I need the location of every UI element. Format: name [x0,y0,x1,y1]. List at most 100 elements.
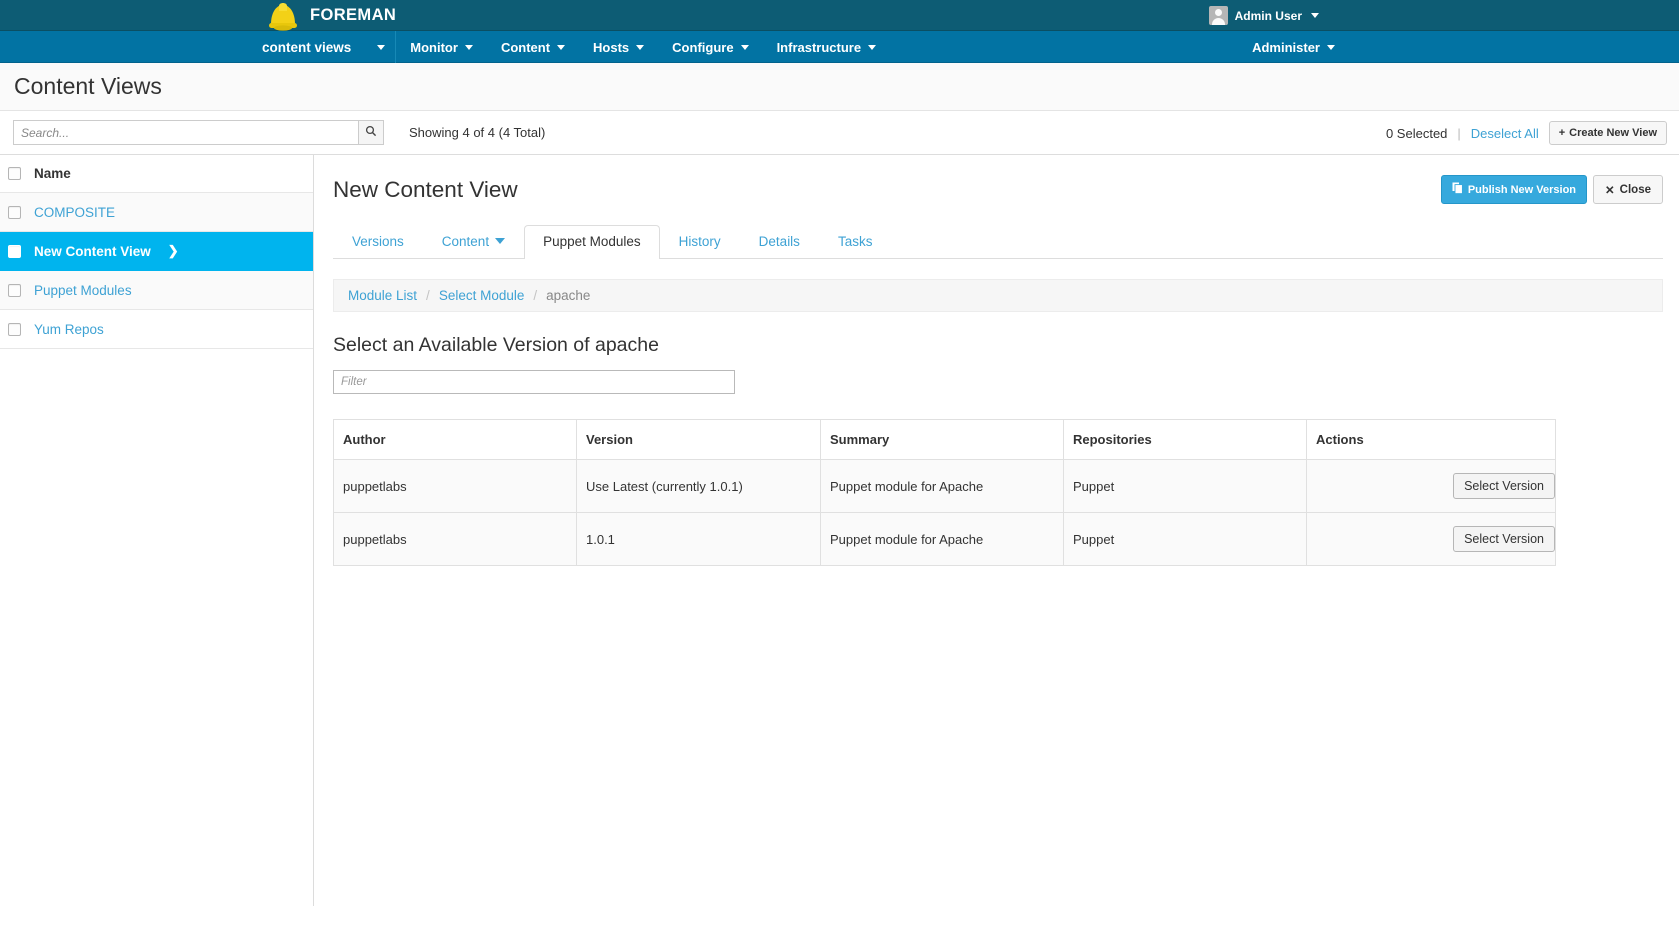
sidebar-item-label: Puppet Modules [34,282,132,298]
breadcrumb-separator: / [533,288,538,303]
tab-label: Tasks [837,233,873,249]
body-split: Name COMPOSITE New Content View ❯ Puppet… [0,155,1679,906]
selected-count: 0 Selected [1385,125,1448,141]
sidebar-item-composite[interactable]: COMPOSITE [0,193,313,232]
nav-item-infrastructure[interactable]: Infrastructure [763,31,891,63]
brand-bar: FOREMAN Admin User [0,0,1679,31]
column-header-repositories: Repositories [1063,419,1307,460]
deselect-all-link[interactable]: Deselect All [1471,126,1539,141]
cell-repositories: Puppet [1063,459,1307,513]
close-detail-button[interactable]: ✕ Close [1593,175,1663,204]
brand-name: FOREMAN [310,5,397,24]
toolbar-right-group: 0 Selected | Deselect All + Create New V… [1386,111,1667,155]
nav-item-hosts[interactable]: Hosts [579,31,658,63]
chevron-right-icon: ❯ [167,243,179,258]
user-name: Admin User [1234,8,1302,23]
cell-repositories: Puppet [1063,512,1307,566]
nav-item-label: Monitor [410,39,458,55]
sidebar-item-label: COMPOSITE [34,204,116,220]
close-label: Close [1619,183,1651,196]
caret-down-icon [464,44,473,50]
nav-item-label: Infrastructure [776,39,862,55]
row-checkbox[interactable] [8,205,21,219]
search-icon [365,125,377,140]
select-version-button[interactable]: Select Version [1453,473,1555,499]
filter-input[interactable] [333,370,735,394]
tab-puppet-modules[interactable]: Puppet Modules [524,224,660,259]
versions-table: Author Version Summary Repositories Acti… [333,419,1556,566]
nav-item-administer[interactable]: Administer [1238,31,1349,63]
nav-item-label: Hosts [593,39,630,55]
brand-logo-group[interactable]: FOREMAN [265,0,396,31]
table-row: puppetlabs 1.0.1 Puppet module for Apach… [333,512,1556,566]
select-version-button[interactable]: Select Version [1453,526,1555,552]
cell-summary: Puppet module for Apache [820,512,1064,566]
sidebar-header-label: Name [34,166,71,181]
sidebar-item-puppet-modules[interactable]: Puppet Modules [0,271,313,310]
main-navigation: content views Monitor Content Hosts Conf… [0,31,1679,63]
select-all-checkbox[interactable] [8,167,21,180]
column-header-actions: Actions [1306,419,1556,460]
sidebar-header-row: Name [0,155,313,193]
table-header-row: Author Version Summary Repositories Acti… [333,419,1556,460]
tab-label: Versions [352,233,404,249]
search-input[interactable] [13,120,358,145]
cell-actions: Select Version [1306,512,1556,566]
row-checkbox[interactable] [8,322,21,336]
caret-down-icon [377,44,386,50]
caret-down-icon [1311,13,1319,18]
breadcrumb-separator: / [426,288,430,303]
create-new-view-button[interactable]: + Create New View [1548,121,1667,145]
detail-actions: Publish New Version ✕ Close [1440,175,1663,204]
detail-title: New Content View [333,177,518,202]
cell-version: 1.0.1 [576,512,821,566]
breadcrumb-item-select-module[interactable]: Select Module [439,288,525,303]
nav-item-content[interactable]: Content [487,31,579,63]
nav-item-label: Administer [1252,39,1320,55]
publish-new-version-button[interactable]: Publish New Version [1440,175,1588,204]
tab-details[interactable]: Details [740,225,819,259]
sidebar-item-new-content-view[interactable]: New Content View ❯ [0,232,313,271]
tab-label: Puppet Modules [543,233,641,249]
publish-label: Publish New Version [1467,183,1577,196]
sidebar-item-label: Yum Repos [34,321,104,337]
caret-down-icon [740,44,749,50]
tab-history[interactable]: History [660,225,740,259]
sidebar-item-yum-repos[interactable]: Yum Repos [0,310,313,349]
breadcrumb-item-current: apache [546,288,591,303]
search-group [13,120,384,145]
page-title: Content Views [14,73,162,99]
tab-tasks[interactable]: Tasks [819,225,892,259]
breadcrumb-item-module-list[interactable]: Module List [348,288,417,303]
tab-label: Details [758,233,800,249]
nav-item-monitor[interactable]: Monitor [396,31,487,63]
tab-content[interactable]: Content [423,225,524,259]
tab-versions[interactable]: Versions [333,225,423,259]
cell-summary: Puppet module for Apache [820,459,1064,513]
caret-down-icon [557,44,566,50]
row-checkbox[interactable] [8,283,21,297]
row-checkbox[interactable] [8,244,21,258]
cell-author: puppetlabs [333,459,577,513]
list-toolbar: Showing 4 of 4 (4 Total) 0 Selected | De… [0,111,1679,155]
user-menu[interactable]: Admin User [1208,0,1319,31]
cell-actions: Select Version [1306,459,1556,513]
tab-label: History [678,233,721,249]
nav-context-label: content views [262,39,352,55]
cell-author: puppetlabs [333,512,577,566]
nav-item-configure[interactable]: Configure [658,31,762,63]
nav-left-group: content views Monitor Content Hosts Conf… [248,31,890,63]
toolbar-separator: | [1457,125,1461,141]
nav-context-content-views[interactable]: content views [248,31,397,63]
breadcrumb: Module List / Select Module / apache [333,279,1663,312]
caret-down-icon [868,44,877,50]
content-view-detail-panel: New Content View Publish New Version ✕ C… [314,155,1679,906]
column-header-author: Author [333,419,577,460]
copy-icon [1452,182,1463,197]
sidebar-item-label: New Content View [34,243,151,259]
showing-count: Showing 4 of 4 (4 Total) [409,125,546,140]
hardhat-icon [265,0,301,31]
search-button[interactable] [358,120,384,145]
nav-item-label: Content [500,39,551,55]
detail-header: New Content View Publish New Version ✕ C… [314,155,1679,204]
